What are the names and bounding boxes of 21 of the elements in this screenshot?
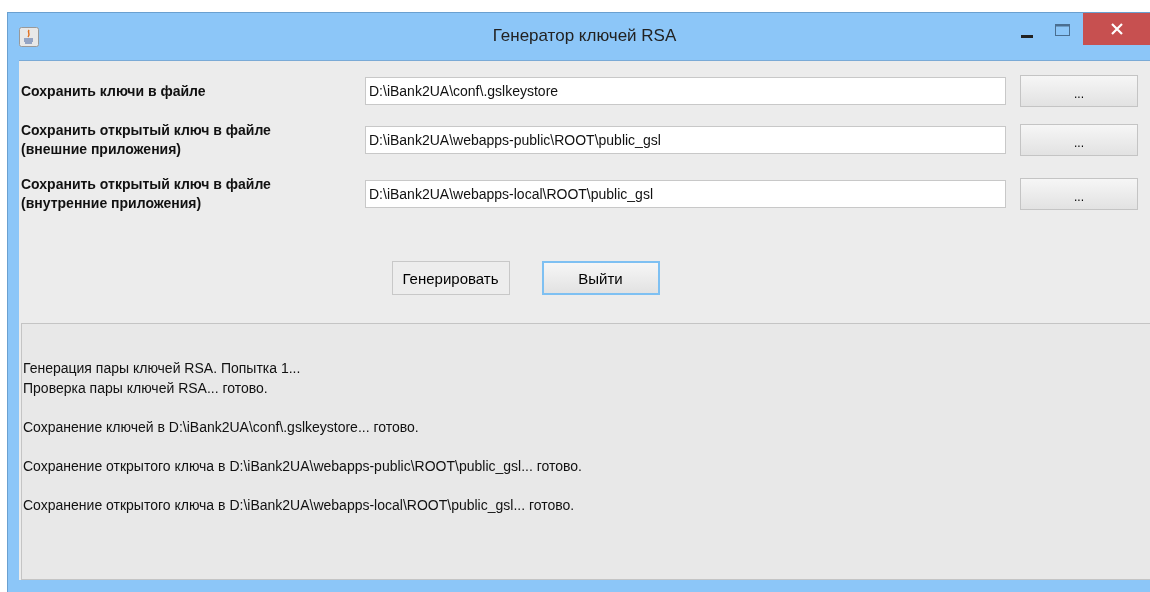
- field-label: Сохранить открытый ключ в файле (внешние приложения): [21, 121, 272, 159]
- log-line: Сохранение ключей в D:\iBank2UA\conf\.gslkeystore... готово.: [23, 418, 420, 437]
- browse-button[interactable]: ...: [1020, 124, 1138, 156]
- browse-button[interactable]: ...: [1020, 75, 1138, 107]
- cup-icon: [19, 26, 39, 47]
- path-field[interactable]: D:\iBank2UA\conf\.gslkeystore: [365, 77, 1006, 105]
- field-label: Сохранить ключи в файле: [21, 81, 207, 101]
- log-line: Сохранение открытого ключа в D:\iBank2UA\webapps-public\ROOT\public_gsl... готово.: [23, 457, 583, 476]
- browse-button[interactable]: ...: [1020, 178, 1138, 210]
- action-button[interactable]: Генерировать: [391, 261, 510, 295]
- log-line: Сохранение открытого ключа в D:\iBank2UA\webapps-local\ROOT\public_gsl... готово.: [23, 496, 576, 515]
- path-field[interactable]: D:\iBank2UA\webapps-local\ROOT\public_gsl: [365, 180, 1006, 208]
- log-line: Проверка пары ключей RSA... готово.: [23, 379, 269, 398]
- maximize-icon[interactable]: [1055, 24, 1070, 36]
- action-button[interactable]: Выйти: [541, 261, 660, 295]
- close-icon: [1110, 23, 1123, 35]
- close-button[interactable]: [1083, 13, 1150, 45]
- field-label: Сохранить открытый ключ в файле (внутренние приложения): [21, 175, 272, 213]
- log-line: Генерация пары ключей RSA. Попытка 1...: [23, 359, 302, 378]
- path-field[interactable]: D:\iBank2UA\webapps-public\ROOT\public_gsl: [365, 126, 1006, 154]
- window-title: Генератор ключей RSA: [491, 26, 678, 46]
